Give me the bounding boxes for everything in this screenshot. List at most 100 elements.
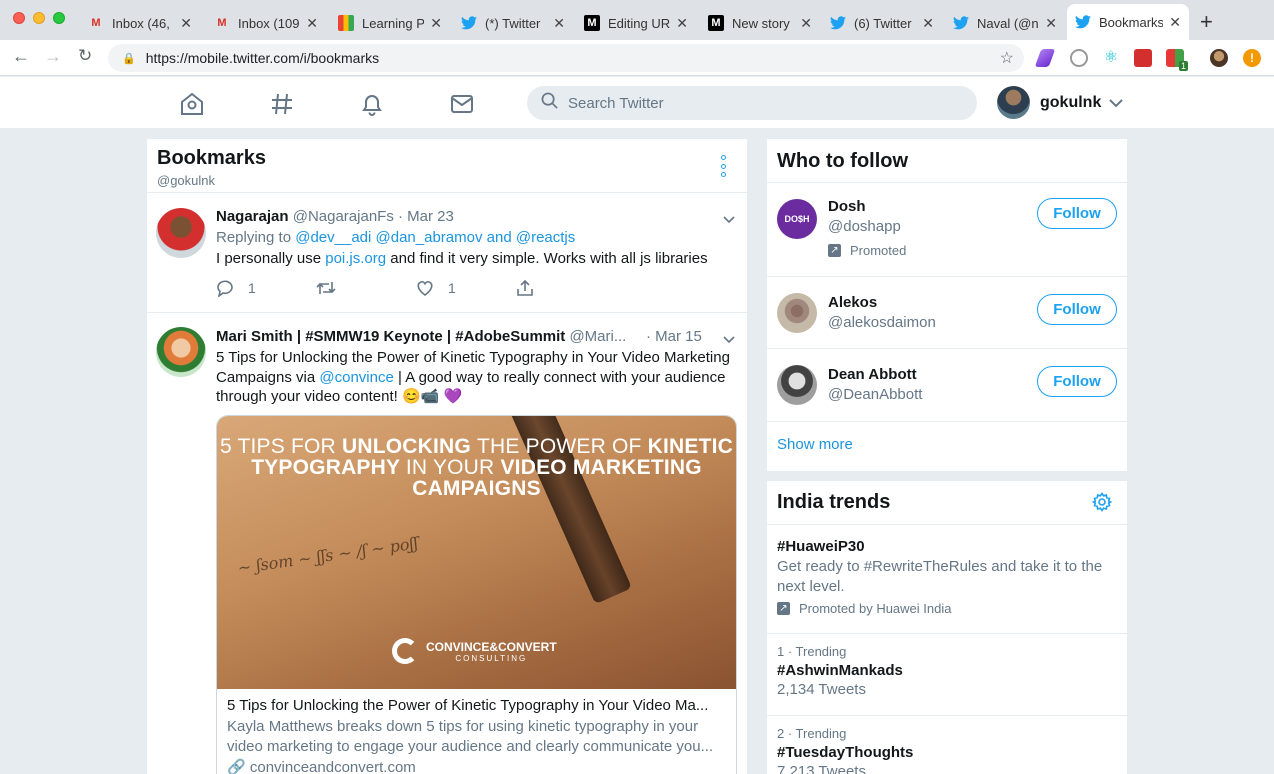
follow-button[interactable]: Follow <box>1037 366 1117 397</box>
card-text: 5 Tips for Unlocking the Power of Kineti… <box>217 689 736 774</box>
home-icon[interactable] <box>179 91 205 117</box>
browser-tab-active[interactable]: Bookmarks ✕ <box>1067 4 1189 40</box>
browser-tab[interactable]: M Inbox (46, ✕ <box>80 6 200 40</box>
more-options-icon[interactable] <box>721 155 727 177</box>
browser-tab[interactable]: Learning P ✕ <box>330 6 450 40</box>
avatar[interactable] <box>777 293 817 333</box>
avatar[interactable] <box>156 327 206 377</box>
extension-red-icon[interactable] <box>1134 49 1152 67</box>
reload-icon[interactable]: ↻ <box>78 46 92 66</box>
tweet-author-handle[interactable]: @NagarajanFs <box>293 208 394 225</box>
notifications-bell-icon[interactable] <box>359 91 385 117</box>
follow-suggestion[interactable]: Alekos @alekosdaimon Follow <box>767 277 1127 349</box>
extension-face-icon[interactable] <box>1070 49 1088 67</box>
follow-suggestion[interactable]: Dean Abbott @DeanAbbott Follow <box>767 349 1127 422</box>
tweet-mention-link[interactable]: @convince <box>319 369 393 386</box>
avatar[interactable] <box>156 208 206 258</box>
tweet-author-name[interactable]: Nagarajan <box>216 208 289 225</box>
close-tab-icon[interactable]: ✕ <box>306 15 318 32</box>
chevron-down-icon[interactable] <box>723 213 735 227</box>
trend-item[interactable]: #HuaweiP30 Get ready to #RewriteTheRules… <box>767 525 1127 634</box>
close-tab-icon[interactable]: ✕ <box>800 15 812 32</box>
follow-button[interactable]: Follow <box>1037 198 1117 229</box>
trend-rank: 1 · Trending <box>777 644 847 659</box>
close-tab-icon[interactable]: ✕ <box>180 15 192 32</box>
browser-tab[interactable]: M Inbox (109 ✕ <box>206 6 326 40</box>
extension-badge-icon[interactable]: 1 <box>1166 49 1188 71</box>
browser-profile-avatar[interactable] <box>1210 49 1228 67</box>
address-bar[interactable]: 🔒 https://mobile.twitter.com/i/bookmarks… <box>108 44 1024 72</box>
show-more-link[interactable]: Show more <box>767 422 1127 472</box>
browser-tab[interactable]: (*) Twitter ✕ <box>453 6 573 40</box>
replying-to-label: Replying to <box>216 229 292 246</box>
browser-tab[interactable]: M New story ✕ <box>700 6 820 40</box>
close-tab-icon[interactable]: ✕ <box>430 15 442 32</box>
heart-icon <box>417 280 433 296</box>
retweet-button[interactable] <box>316 280 416 296</box>
search-input[interactable] <box>568 94 948 112</box>
trend-item[interactable]: 2 · Trending #TuesdayThoughts 7,213 Twee… <box>767 716 1127 774</box>
tweet[interactable]: Mari Smith | #SMMW19 Keynote | #AdobeSum… <box>147 313 747 774</box>
browser-tab[interactable]: (6) Twitter ✕ <box>822 6 942 40</box>
suggestion-name[interactable]: Alekos <box>828 294 877 311</box>
extension-react-icon[interactable]: ⚛ <box>1102 49 1120 67</box>
explore-hashtag-icon[interactable] <box>269 91 295 117</box>
suggestion-name[interactable]: Dosh <box>828 198 866 215</box>
forward-arrow-icon[interactable]: → <box>44 46 62 67</box>
convince-convert-logo: CONVINCE&CONVERT CONSULTING <box>392 638 557 664</box>
tweet-date[interactable]: · Mar 23 <box>398 208 454 225</box>
retweet-icon <box>316 282 336 294</box>
tweet-author-handle[interactable]: @Mari... <box>569 328 626 345</box>
browser-tab[interactable]: M Editing UR ✕ <box>576 6 696 40</box>
suggestion-handle[interactable]: @doshapp <box>828 218 901 235</box>
reply-mention-link[interactable]: @dev__adi @dan_abramov <box>295 229 482 246</box>
trend-tweet-count: 7,213 Tweets <box>777 763 866 774</box>
reply-button[interactable]: 1 <box>216 279 316 297</box>
follow-suggestion[interactable]: DO$H Dosh @doshapp ↗ Promoted Follow <box>767 183 1127 277</box>
link-preview-card[interactable]: ~ ʃsom ~ ʃʃs ~ /ʃ ~ poʃʃ 5 Tips for Unlo… <box>216 415 737 774</box>
window-minimize-button[interactable] <box>33 12 45 24</box>
avatar[interactable]: DO$H <box>777 199 817 239</box>
tweet-text-part: I personally use <box>216 249 322 267</box>
settings-gear-icon[interactable] <box>1091 492 1113 517</box>
messages-envelope-icon[interactable] <box>449 91 475 117</box>
tweet-link[interactable]: poi.js.org <box>325 250 386 267</box>
gmail-icon: M <box>217 17 227 29</box>
reply-mention-link[interactable]: @reactjs <box>516 229 575 246</box>
share-icon <box>517 279 533 296</box>
search-field[interactable] <box>527 86 977 120</box>
window-close-button[interactable] <box>13 12 25 24</box>
chevron-down-icon[interactable] <box>723 333 735 347</box>
extension-feather-icon[interactable] <box>1034 49 1056 67</box>
close-tab-icon[interactable]: ✕ <box>922 15 934 32</box>
tweet-date[interactable]: · Mar 15 <box>646 328 702 345</box>
tweet-header: Nagarajan @NagarajanFs · Mar 23 <box>216 208 737 225</box>
browser-tab-strip: M Inbox (46, ✕ M Inbox (109 ✕ Learning P… <box>0 0 1274 40</box>
account-menu[interactable]: gokulnk <box>997 86 1124 119</box>
close-tab-icon[interactable]: ✕ <box>1169 14 1181 31</box>
who-to-follow-panel: Who to follow DO$H Dosh @doshapp ↗ Promot… <box>767 139 1127 471</box>
share-button[interactable] <box>516 279 616 297</box>
trend-item[interactable]: 1 · Trending #AshwinMankads 2,134 Tweets <box>767 634 1127 716</box>
headline-text: Typography <box>251 456 400 479</box>
tweet-author-name[interactable]: Mari Smith | #SMMW19 Keynote | #AdobeSum… <box>216 328 565 345</box>
headline-text: the Power of <box>477 435 642 458</box>
suggestion-name[interactable]: Dean Abbott <box>828 366 917 383</box>
browser-tab[interactable]: Naval (@n ✕ <box>945 6 1065 40</box>
back-arrow-icon[interactable]: ← <box>12 46 30 67</box>
new-tab-icon[interactable]: + <box>1200 9 1213 35</box>
like-button[interactable]: 1 <box>416 280 516 296</box>
close-tab-icon[interactable]: ✕ <box>553 15 565 32</box>
avatar[interactable] <box>777 365 817 405</box>
close-tab-icon[interactable]: ✕ <box>1045 15 1057 32</box>
promoted-label: ↗ Promoted by Huawei India <box>777 601 1117 616</box>
update-alert-icon[interactable]: ! <box>1243 49 1261 67</box>
trend-description: Get ready to #RewriteTheRules and take i… <box>777 558 1103 595</box>
close-tab-icon[interactable]: ✕ <box>676 15 688 32</box>
tweet[interactable]: Nagarajan @NagarajanFs · Mar 23 Replying… <box>147 193 747 313</box>
suggestion-handle[interactable]: @DeanAbbott <box>828 386 922 403</box>
window-zoom-button[interactable] <box>53 12 65 24</box>
follow-button[interactable]: Follow <box>1037 294 1117 325</box>
bookmark-star-icon[interactable]: ☆ <box>1000 48 1014 68</box>
suggestion-handle[interactable]: @alekosdaimon <box>828 314 936 331</box>
